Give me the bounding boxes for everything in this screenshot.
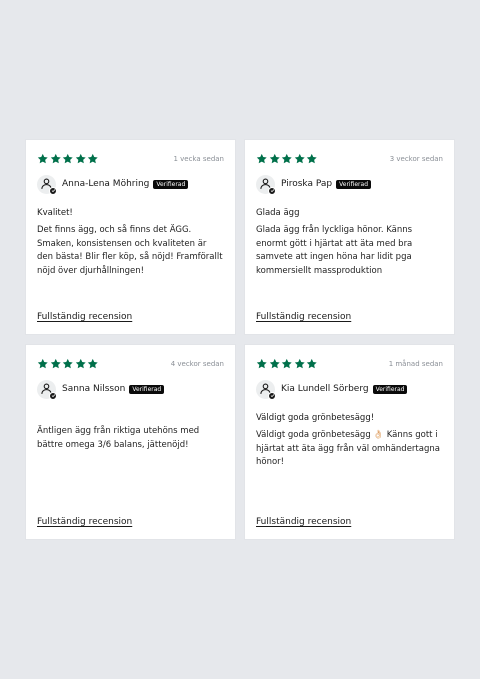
star-rating bbox=[256, 153, 318, 165]
star-icon bbox=[37, 359, 48, 369]
verified-badge: Verifierad bbox=[372, 384, 408, 394]
review-body: Glada ägg från lyckliga hönor. Känns eno… bbox=[256, 225, 413, 276]
review-date: 3 veckor sedan bbox=[389, 155, 443, 163]
star-icon bbox=[256, 359, 267, 369]
star-icon bbox=[87, 154, 98, 164]
avatar bbox=[256, 379, 276, 400]
review-title: Glada ägg bbox=[256, 208, 300, 218]
full-review-link[interactable]: Fullständig recension bbox=[37, 517, 132, 527]
star-icon bbox=[269, 359, 280, 369]
review-body: Äntligen ägg från riktiga utehöns med bä… bbox=[37, 426, 200, 450]
star-icon bbox=[256, 154, 267, 164]
avatar bbox=[37, 174, 57, 195]
star-rating bbox=[37, 153, 99, 165]
verified-check-icon bbox=[268, 186, 276, 195]
review-title: Väldigt goda grönbetesägg! bbox=[256, 413, 375, 423]
review-date: 1 vecka sedan bbox=[173, 155, 224, 163]
full-review-link[interactable]: Fullständig recension bbox=[256, 312, 351, 322]
star-icon bbox=[269, 154, 280, 164]
review-card: 4 veckor sedan Sanna Nilsson Verifierad … bbox=[26, 345, 235, 539]
star-icon bbox=[87, 359, 98, 369]
star-icon bbox=[294, 359, 305, 369]
star-rating bbox=[256, 358, 318, 370]
review-card: 3 veckor sedan Piroska Pap Verifierad Gl… bbox=[245, 140, 454, 334]
review-body: Det finns ägg, och så finns det ÄGG. Sma… bbox=[37, 225, 223, 276]
star-icon bbox=[37, 154, 48, 164]
reviewer-name: Anna-Lena Möhring bbox=[62, 179, 150, 189]
star-icon bbox=[50, 154, 61, 164]
star-icon bbox=[306, 154, 317, 164]
verified-check-icon bbox=[49, 186, 57, 195]
star-icon bbox=[75, 154, 86, 164]
review-date: 4 veckor sedan bbox=[170, 360, 224, 368]
star-icon bbox=[281, 359, 292, 369]
full-review-link[interactable]: Fullständig recension bbox=[256, 517, 351, 527]
star-icon bbox=[62, 154, 73, 164]
reviewer-name: Piroska Pap bbox=[281, 179, 333, 189]
verified-badge: Verifierad bbox=[336, 179, 371, 189]
review-body: Väldigt goda grönbetesägg 👌🏻 Känns gott … bbox=[256, 430, 440, 467]
avatar bbox=[256, 174, 276, 195]
star-icon bbox=[294, 154, 305, 164]
star-icon bbox=[50, 359, 61, 369]
review-date: 1 månad sedan bbox=[388, 360, 443, 368]
verified-badge: Verifierad bbox=[129, 384, 165, 394]
star-icon bbox=[281, 154, 292, 164]
star-icon bbox=[306, 359, 317, 369]
avatar bbox=[37, 379, 57, 400]
verified-badge: Verifierad bbox=[153, 179, 189, 189]
review-card: 1 månad sedan Kia Lundell Sörberg Verifi… bbox=[245, 345, 454, 539]
verified-check-icon bbox=[49, 391, 57, 400]
reviewer-name: Sanna Nilsson bbox=[62, 384, 126, 394]
verified-check-icon bbox=[268, 391, 276, 400]
review-card: 1 vecka sedan Anna-Lena Möhring Verifier… bbox=[26, 140, 235, 334]
star-rating bbox=[37, 358, 99, 370]
full-review-link[interactable]: Fullständig recension bbox=[37, 312, 132, 322]
star-icon bbox=[75, 359, 86, 369]
review-title: Kvalitet! bbox=[37, 208, 73, 218]
reviewer-name: Kia Lundell Sörberg bbox=[281, 384, 369, 394]
star-icon bbox=[62, 359, 73, 369]
